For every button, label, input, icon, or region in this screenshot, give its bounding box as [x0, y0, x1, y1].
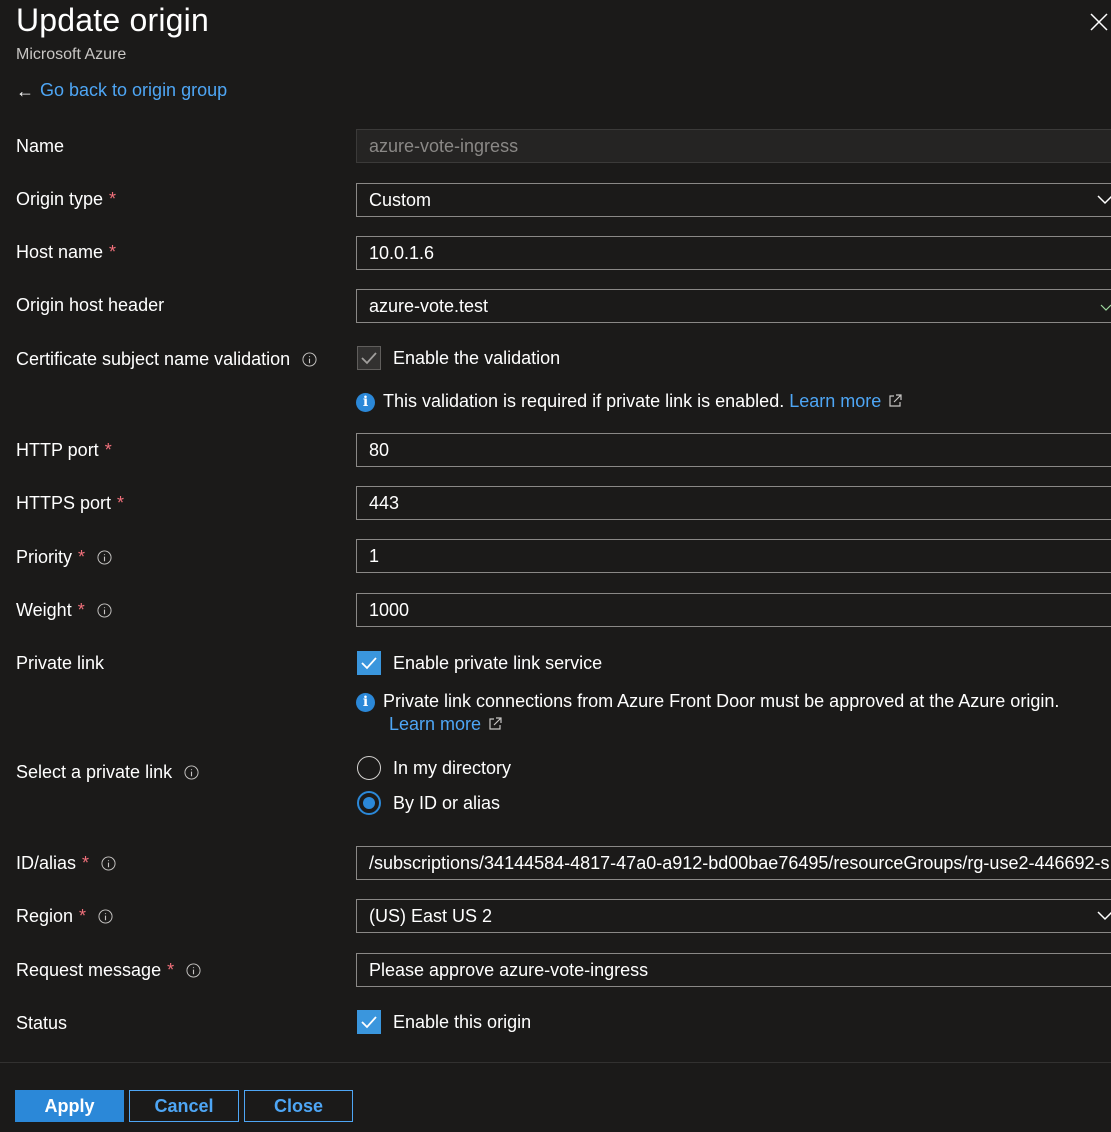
required-marker: * [167, 960, 175, 980]
radio-circle-selected [357, 791, 381, 815]
checkmark-icon [361, 352, 377, 365]
external-link-icon [489, 717, 502, 730]
cert-validation-info: i This validation is required if private… [356, 390, 903, 413]
checkmark-icon [361, 657, 377, 670]
enable-validation-checkbox[interactable]: Enable the validation [357, 346, 560, 370]
required-marker: * [77, 600, 85, 620]
back-link-label: Go back to origin group [40, 80, 228, 100]
enable-private-link-checkbox[interactable]: Enable private link service [357, 651, 602, 675]
id-alias-input[interactable]: /subscriptions/34144584-4817-47a0-a912-b… [356, 846, 1111, 880]
radio-in-my-directory[interactable]: In my directory [357, 756, 511, 780]
priority-input[interactable]: 1 [356, 539, 1111, 573]
required-marker: * [79, 906, 87, 926]
checkbox-box [357, 346, 381, 370]
chevron-down-icon [1097, 195, 1111, 205]
info-icon[interactable] [98, 909, 113, 924]
checkmark-icon [361, 1016, 377, 1029]
info-icon[interactable] [302, 352, 317, 367]
private-link-info: i Private link connections from Azure Fr… [356, 690, 1096, 736]
priority-label: Priority * [16, 547, 112, 568]
private-link-label: Private link [16, 653, 105, 673]
origin-type-dropdown[interactable]: Custom [356, 183, 1111, 217]
info-filled-icon: i [356, 693, 375, 712]
region-label: Region * [16, 906, 113, 927]
checkbox-box [357, 1010, 381, 1034]
info-icon[interactable] [186, 963, 201, 978]
chevron-down-icon [1097, 911, 1111, 921]
request-message-label: Request message * [16, 960, 201, 981]
required-marker: * [78, 547, 86, 567]
page-subtitle: Microsoft Azure [16, 46, 127, 63]
info-icon[interactable] [101, 856, 116, 871]
close-icon[interactable] [1087, 10, 1111, 34]
learn-more-link[interactable]: Learn more [789, 391, 903, 411]
request-message-input[interactable]: Please approve azure-vote-ingress [356, 953, 1111, 987]
info-icon[interactable] [97, 550, 112, 565]
checkbox-box [357, 651, 381, 675]
select-private-link-label: Select a private link [16, 762, 199, 783]
weight-input[interactable]: 1000 [356, 593, 1111, 627]
info-icon[interactable] [184, 765, 199, 780]
arrow-left-icon: ← [16, 80, 34, 101]
id-alias-label: ID/alias * [16, 853, 116, 874]
origin-host-header-label: Origin host header [16, 295, 165, 315]
radio-by-id-or-alias[interactable]: By ID or alias [357, 791, 500, 815]
close-button[interactable]: Close [244, 1090, 353, 1122]
origin-host-header-combobox[interactable]: azure-vote.test [356, 289, 1111, 323]
https-port-input[interactable]: 443 [356, 486, 1111, 520]
radio-circle [357, 756, 381, 780]
apply-button[interactable]: Apply [15, 1090, 124, 1122]
required-marker: * [117, 493, 125, 513]
footer-divider [0, 1062, 1111, 1063]
back-to-origin-group-link[interactable]: ← Go back to origin group [16, 80, 227, 101]
status-label: Status [16, 1013, 68, 1033]
name-label: Name [16, 136, 65, 156]
origin-type-label: Origin type * [16, 189, 117, 209]
required-marker: * [109, 189, 117, 209]
http-port-label: HTTP port * [16, 440, 112, 460]
external-link-icon [889, 394, 902, 407]
weight-label: Weight * [16, 600, 112, 621]
cancel-button[interactable]: Cancel [129, 1090, 239, 1122]
learn-more-link[interactable]: Learn more [389, 714, 503, 734]
required-marker: * [104, 440, 112, 460]
page-title: Update origin [16, 2, 209, 38]
enable-origin-checkbox[interactable]: Enable this origin [357, 1010, 531, 1034]
http-port-input[interactable]: 80 [356, 433, 1111, 467]
cert-validation-label: Certificate subject name validation [16, 349, 317, 370]
info-icon[interactable] [97, 603, 112, 618]
host-name-label: Host name * [16, 242, 117, 262]
required-marker: * [109, 242, 117, 262]
https-port-label: HTTPS port * [16, 493, 125, 513]
host-name-input[interactable]: 10.0.1.6 [356, 236, 1111, 270]
region-dropdown[interactable]: (US) East US 2 [356, 899, 1111, 933]
name-field: azure-vote-ingress [356, 129, 1111, 163]
info-filled-icon: i [356, 393, 375, 412]
required-marker: * [82, 853, 90, 873]
chevron-down-icon [1100, 304, 1111, 311]
